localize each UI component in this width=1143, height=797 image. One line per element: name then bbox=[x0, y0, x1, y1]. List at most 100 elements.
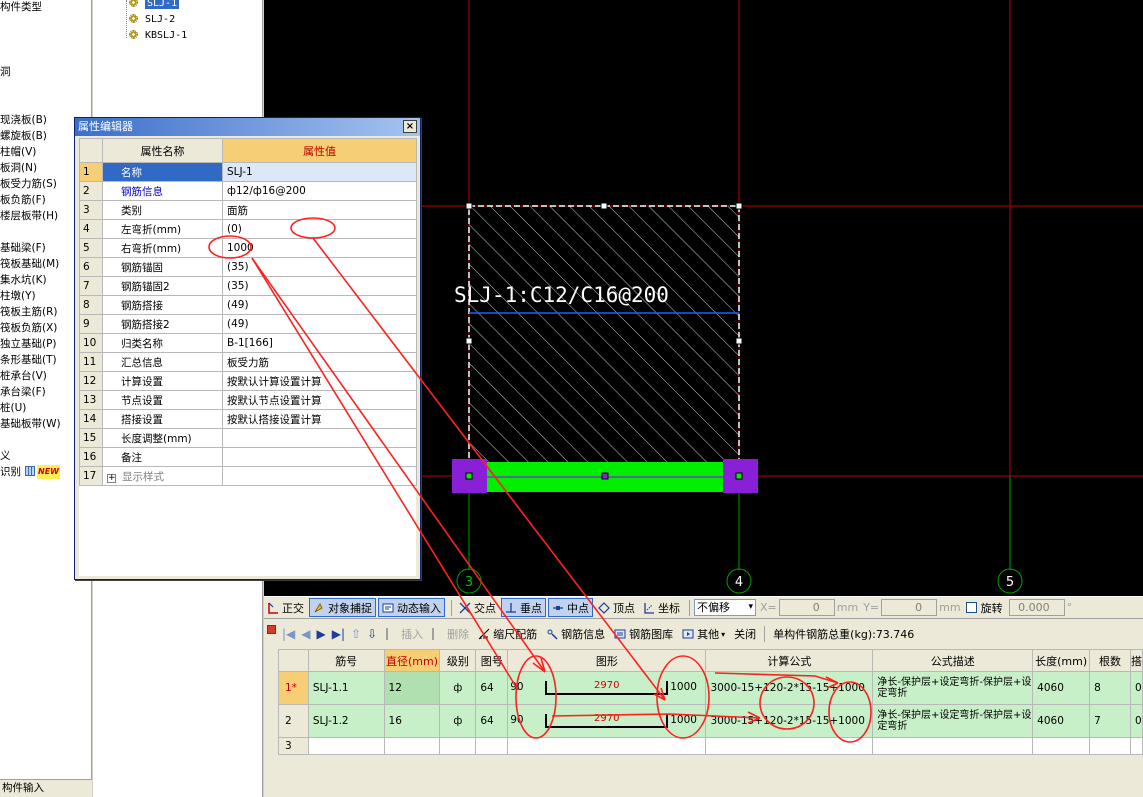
property-row[interactable]: 14 搭接设置 按默认搭接设置计算 bbox=[79, 409, 417, 429]
cell-bar-no[interactable]: SLJ-1.1 bbox=[307, 671, 385, 705]
property-value-input[interactable]: (49) bbox=[222, 295, 417, 315]
table-row[interactable]: 2 SLJ-1.2 16 ф 64 90 2970 1000 3000-15+1… bbox=[278, 704, 1143, 738]
empty-cell[interactable] bbox=[307, 737, 385, 755]
component-type-item[interactable]: 柱墩(Y) bbox=[0, 289, 36, 303]
rotate-checkbox[interactable] bbox=[965, 602, 977, 613]
property-value-input[interactable]: 1000 bbox=[222, 238, 417, 258]
move-down-icon[interactable]: ⇩ bbox=[367, 627, 377, 641]
empty-cell[interactable] bbox=[1032, 737, 1091, 755]
cell-length[interactable]: 4060 bbox=[1032, 704, 1091, 738]
cell-formula[interactable]: 3000-15+120-2*15-15+1000 bbox=[705, 671, 874, 705]
header-bar-no[interactable]: 筋号 bbox=[307, 649, 385, 672]
slab-hatch[interactable] bbox=[469, 206, 739, 476]
grip-handle[interactable] bbox=[735, 472, 743, 480]
insert-button[interactable]: 插入 bbox=[383, 625, 426, 643]
property-value-input[interactable] bbox=[222, 428, 417, 448]
empty-cell[interactable] bbox=[475, 737, 509, 755]
offset-select[interactable]: 不偏移 bbox=[694, 599, 756, 616]
header-shape[interactable]: 图形 bbox=[507, 649, 707, 672]
cell-lap[interactable]: 0 bbox=[1129, 671, 1143, 705]
cell-count[interactable]: 7 bbox=[1089, 704, 1131, 738]
component-type-item[interactable]: 板洞(N) bbox=[0, 161, 37, 175]
grip-handle[interactable] bbox=[600, 202, 608, 210]
property-value-input[interactable]: (0) bbox=[222, 219, 417, 239]
property-row[interactable]: 11 汇总信息 板受力筋 bbox=[79, 352, 417, 372]
property-row[interactable]: 16 备注 bbox=[79, 447, 417, 467]
component-type-item[interactable]: 义 bbox=[0, 449, 11, 463]
cell-formula[interactable]: 3000-15+120-2*15-15+1000 bbox=[705, 704, 874, 738]
property-value-input[interactable]: ф12/ф16@200 bbox=[222, 181, 417, 201]
close-panel-button[interactable]: 关闭 bbox=[731, 625, 759, 643]
cell-formula-desc[interactable]: 净长-保护层+设定弯折-保护层+设定弯折 bbox=[872, 671, 1034, 705]
scale-rebar-button[interactable]: 缩尺配筋 bbox=[475, 625, 540, 643]
last-record-icon[interactable]: ▶| bbox=[332, 627, 345, 641]
rebar-annotation-label[interactable]: SLJ-1:C12/C16@200 bbox=[454, 283, 669, 307]
component-type-item[interactable]: 螺旋板(B) bbox=[0, 129, 47, 143]
property-value-input[interactable]: 按默认节点设置计算 bbox=[222, 390, 417, 410]
grip-handle[interactable] bbox=[735, 337, 743, 345]
component-type-item[interactable]: 板受力筋(S) bbox=[0, 177, 57, 191]
component-type-item[interactable]: 筏板主筋(R) bbox=[0, 305, 58, 319]
close-icon[interactable]: × bbox=[403, 120, 417, 133]
empty-cell[interactable] bbox=[872, 737, 1034, 755]
x-coord-input[interactable]: 0 bbox=[778, 599, 835, 616]
component-type-item[interactable]: 识别 NEW bbox=[0, 465, 60, 479]
tree-node-slj-1[interactable]: SLJ-1 bbox=[129, 0, 180, 11]
property-row[interactable]: 6 钢筋锚固 (35) bbox=[79, 257, 417, 277]
expand-plus-icon[interactable]: + bbox=[107, 473, 116, 483]
grip-handle[interactable] bbox=[465, 337, 473, 345]
other-menu-button[interactable]: 其他 ▾ bbox=[679, 625, 728, 643]
vertex-snap-button[interactable]: 顶点 bbox=[595, 598, 638, 617]
property-row[interactable]: 17 + 显示样式 bbox=[79, 466, 417, 486]
delete-button[interactable]: 删除 bbox=[429, 625, 472, 643]
empty-cell[interactable] bbox=[705, 737, 874, 755]
component-type-item[interactable]: 楼层板带(H) bbox=[0, 209, 58, 223]
property-row[interactable]: 1 名称 SLJ-1 bbox=[79, 162, 417, 182]
tree-node-slj-2[interactable]: SLJ-2 bbox=[129, 13, 175, 27]
header-lap[interactable]: 搭 bbox=[1129, 649, 1143, 672]
move-up-icon[interactable]: ⇧ bbox=[351, 627, 361, 641]
cell-lap[interactable]: 0 bbox=[1129, 704, 1143, 738]
component-type-item[interactable]: 基础板带(W) bbox=[0, 417, 61, 431]
row-index[interactable]: 2 bbox=[278, 704, 309, 738]
grip-handle[interactable] bbox=[465, 472, 473, 480]
property-value-input[interactable] bbox=[222, 447, 417, 467]
property-row[interactable]: 12 计算设置 按默认计算设置计算 bbox=[79, 371, 417, 391]
empty-cell[interactable] bbox=[1129, 737, 1143, 755]
property-row[interactable]: 9 钢筋搭接2 (49) bbox=[79, 314, 417, 334]
property-value-input[interactable]: 板受力筋 bbox=[222, 352, 417, 372]
property-value-input[interactable]: 按默认计算设置计算 bbox=[222, 371, 417, 391]
header-formula[interactable]: 计算公式 bbox=[705, 649, 874, 672]
property-row[interactable]: 5 右弯折(mm) 1000 bbox=[79, 238, 417, 258]
property-group-display-style[interactable]: + 显示样式 bbox=[102, 466, 223, 486]
component-type-item[interactable]: 桩承台(V) bbox=[0, 369, 47, 383]
component-type-item[interactable]: 承台梁(F) bbox=[0, 385, 46, 399]
property-value-input[interactable]: 面筋 bbox=[222, 200, 417, 220]
y-coord-input[interactable]: 0 bbox=[881, 599, 938, 616]
property-row[interactable]: 4 左弯折(mm) (0) bbox=[79, 219, 417, 239]
cell-length[interactable]: 4060 bbox=[1032, 671, 1091, 705]
property-value-input[interactable]: (35) bbox=[222, 276, 417, 296]
object-snap-button[interactable]: 对象捕捉 bbox=[309, 598, 376, 617]
header-length[interactable]: 长度(mm) bbox=[1032, 649, 1091, 672]
cell-figure-no[interactable]: 64 bbox=[475, 671, 509, 705]
grip-handle[interactable] bbox=[735, 202, 743, 210]
component-type-item[interactable]: 现浇板(B) bbox=[0, 113, 47, 127]
cell-shape[interactable]: 90 2970 1000 bbox=[507, 704, 707, 738]
component-type-item[interactable]: 洞 bbox=[0, 65, 11, 79]
property-value-input[interactable]: SLJ-1 bbox=[222, 162, 417, 182]
midpoint-snap-button[interactable]: 中点 bbox=[548, 598, 593, 617]
cell-count[interactable]: 8 bbox=[1089, 671, 1131, 705]
table-row[interactable]: 3 bbox=[278, 737, 1143, 755]
perpendicular-snap-button[interactable]: 垂点 bbox=[501, 598, 546, 617]
empty-cell[interactable] bbox=[439, 737, 477, 755]
component-type-item[interactable]: 构件类型 bbox=[0, 0, 42, 14]
property-value-input[interactable]: 按默认搭接设置计算 bbox=[222, 409, 417, 429]
header-formula-desc[interactable]: 公式描述 bbox=[872, 649, 1034, 672]
property-row[interactable]: 15 长度调整(mm) bbox=[79, 428, 417, 448]
cell-diameter[interactable]: 12 bbox=[383, 671, 441, 705]
component-type-item[interactable]: 集水坑(K) bbox=[0, 273, 47, 287]
cell-figure-no[interactable]: 64 bbox=[475, 704, 509, 738]
cell-grade[interactable]: ф bbox=[439, 704, 477, 738]
property-editor-titlebar[interactable]: 属性编辑器 × bbox=[75, 118, 420, 136]
